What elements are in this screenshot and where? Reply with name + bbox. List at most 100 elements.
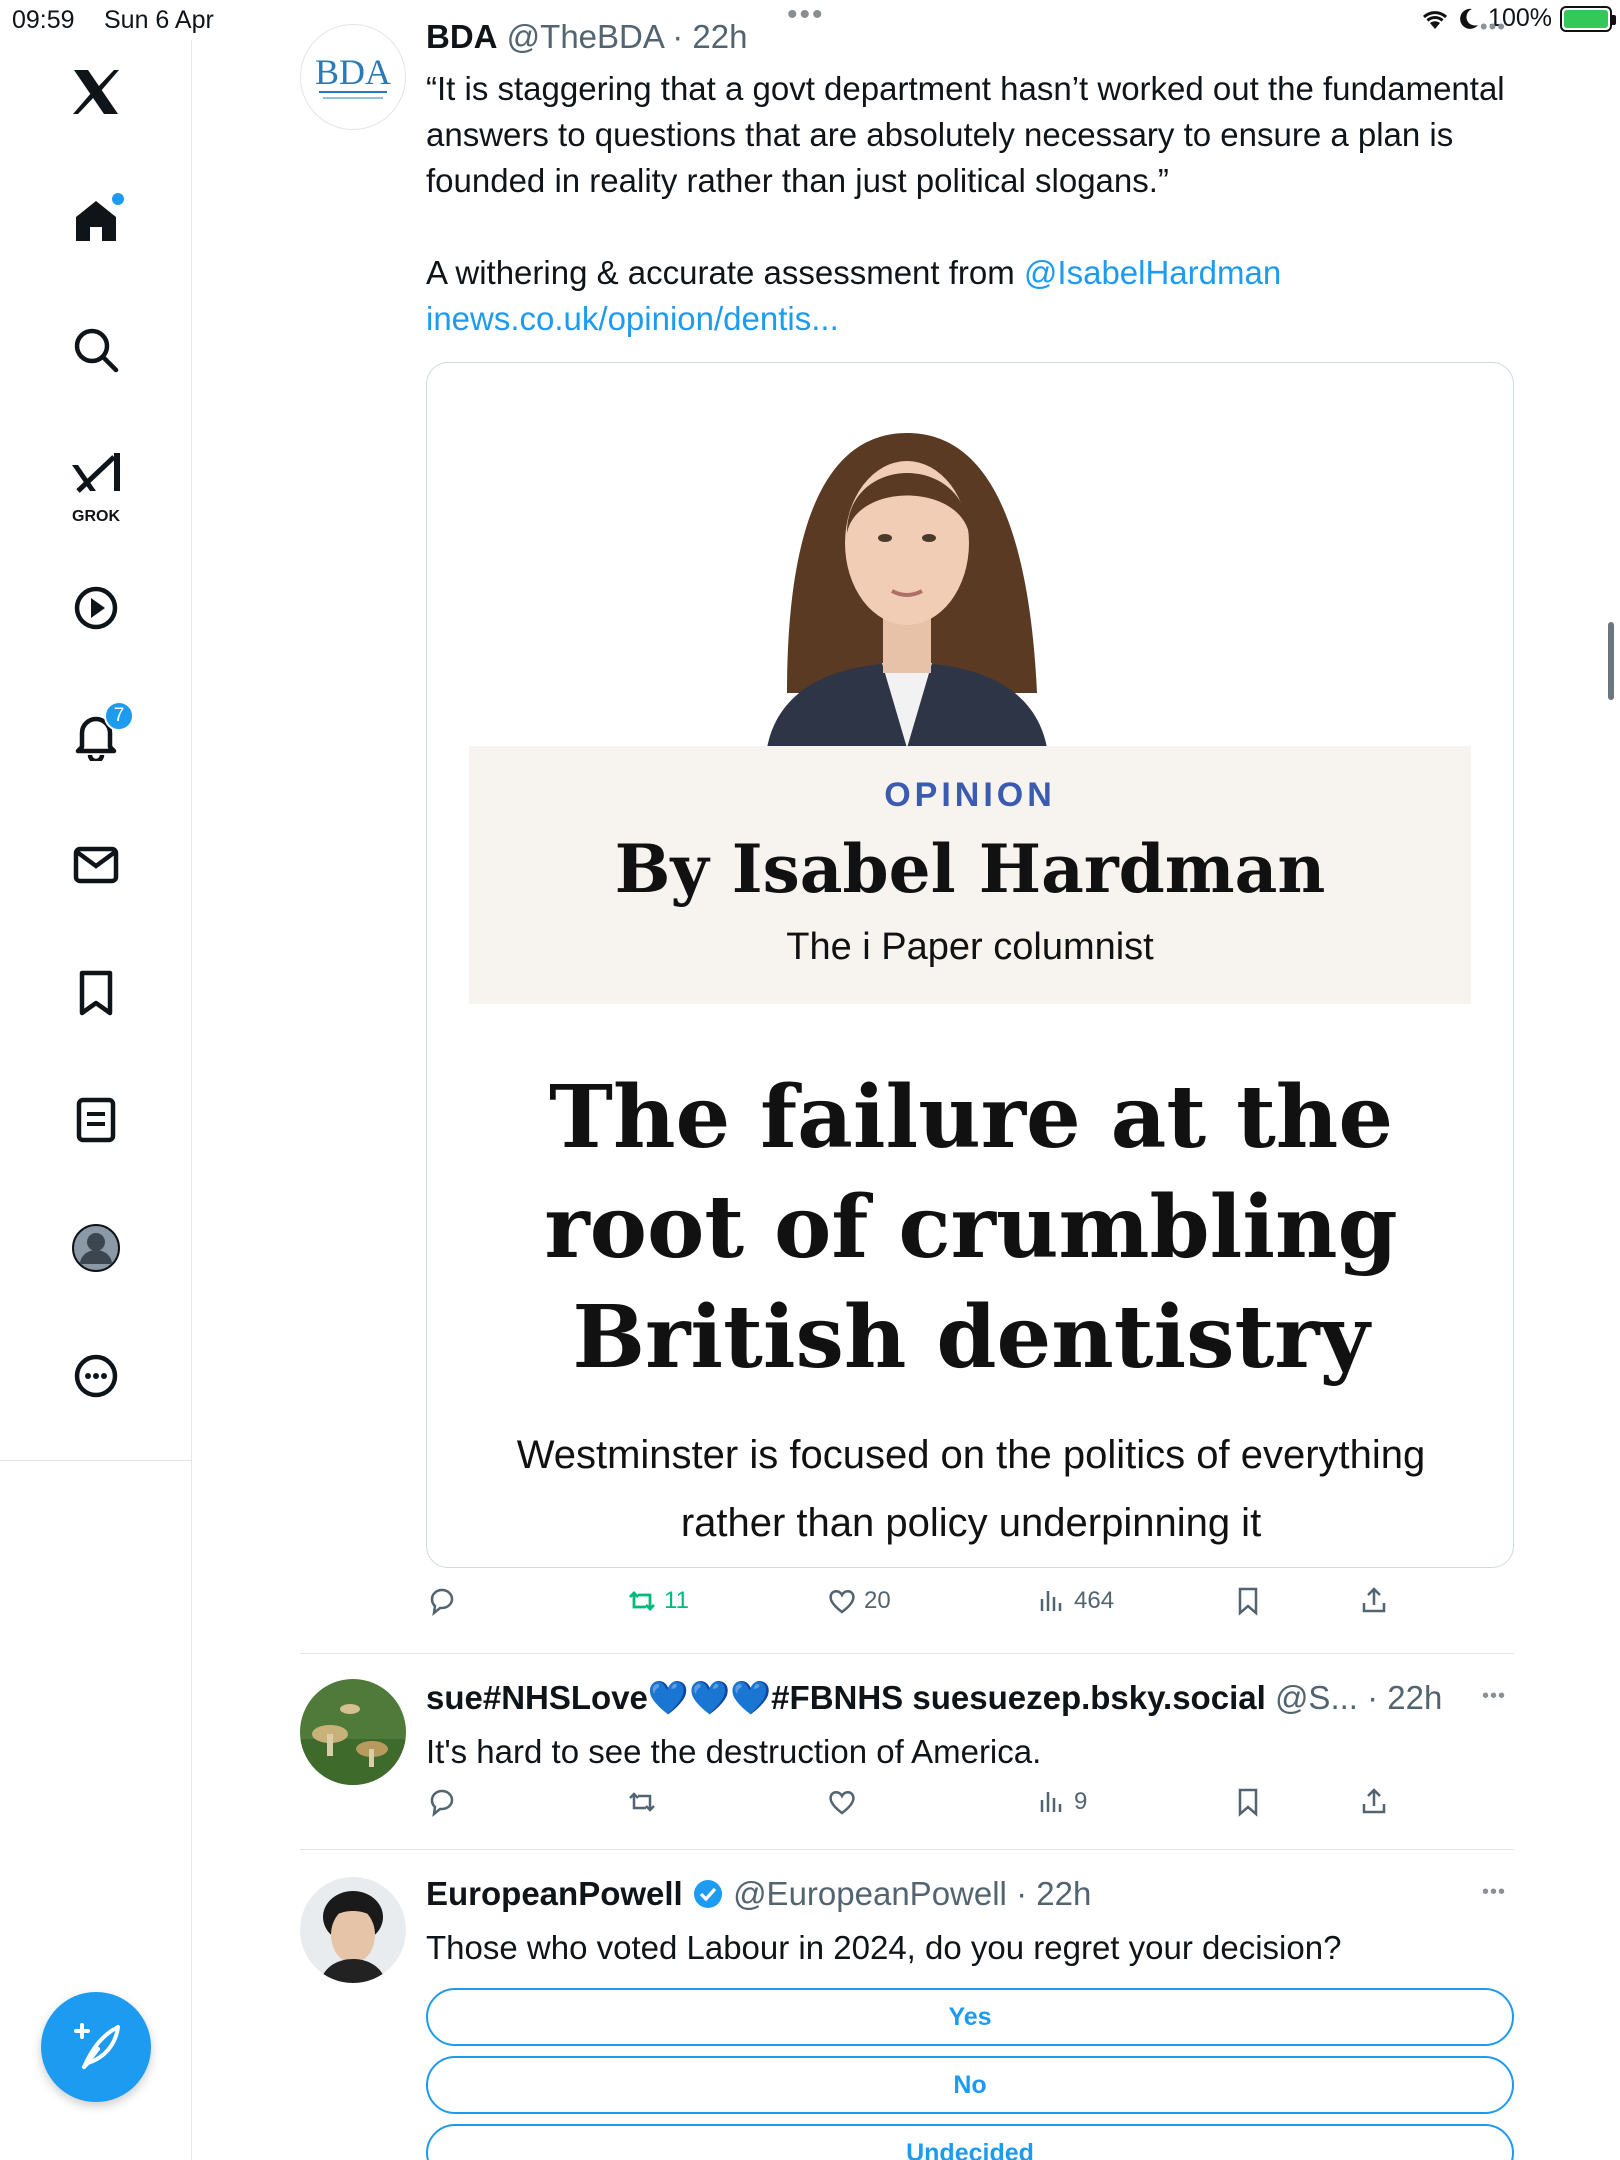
nav-video[interactable] [56,568,136,648]
bookmark-button[interactable] [1232,1786,1264,1818]
author-handle[interactable]: @TheBDA [507,18,663,55]
mention-link[interactable]: @IsabelHardman [1024,254,1281,291]
tweet-actions: 11 20 464 [426,1585,1426,1635]
nav-profile[interactable] [56,1208,136,1288]
reply-button[interactable] [426,1786,458,1818]
messages-icon [73,846,119,884]
multitasking-dots-icon[interactable]: ••• [787,0,825,30]
retweet-button[interactable] [626,1786,658,1818]
retweet-count: 11 [664,1587,689,1614]
bookmark-icon [1238,1587,1258,1616]
like-button[interactable]: 20 [826,1585,891,1617]
more-options-icon[interactable]: ••• [1482,1881,1506,1904]
poll-option-no[interactable]: No [426,2056,1514,2114]
tweet-text: It's hard to see the destruction of Amer… [426,1733,1042,1770]
bookmark-icon [1238,1788,1258,1817]
author-handle[interactable]: @EuropeanPowell [733,1875,1007,1912]
opinion-banner: OPINION By Isabel Hardman The i Paper co… [469,746,1471,1004]
tweet-text: “It is staggering that a govt department… [426,66,1506,342]
nav-bookmarks[interactable] [56,953,136,1033]
sidebar-divider [0,1460,192,1461]
status-date: Sun 6 Apr [104,6,214,34]
more-icon [74,1354,118,1398]
more-options-icon[interactable]: ••• [1480,14,1506,40]
nav-notifications[interactable]: 7 [56,695,136,775]
grok-label: GROK [72,508,120,525]
nav-home[interactable] [56,181,136,261]
profile-icon [72,1224,120,1272]
battery-icon [1560,5,1616,32]
status-bar: 09:59 Sun 6 Apr ••• 100% [0,0,1620,40]
nav-grok[interactable]: GROK [56,440,136,525]
article-standfirst: Westminster is focused on the politics o… [516,1433,1426,1545]
wifi-icon [1423,10,1448,29]
views-count: 9 [1074,1788,1088,1815]
nav-more[interactable] [56,1336,136,1416]
scrollbar[interactable] [1608,622,1614,700]
author-name[interactable]: BDA [426,18,498,55]
retweet-icon [629,1591,655,1611]
share-button[interactable] [1358,1786,1390,1818]
status-right: 100% [1420,4,1616,33]
avatar[interactable] [300,1877,406,1983]
tweet-time[interactable]: 22h [1387,1679,1442,1716]
tweet-text-prefix: A withering & accurate assessment from [426,254,1024,291]
author-handle[interactable]: @S... [1275,1679,1358,1716]
nav-explore[interactable] [56,310,136,390]
tweet-divider [300,1653,1514,1654]
bookmarks-icon [79,970,113,1016]
retweet-icon [629,1792,655,1812]
article-headline: The failure at the root of crumbling Bri… [427,1063,1513,1393]
avatar[interactable]: BDA [300,24,406,130]
reply-button[interactable] [426,1585,458,1617]
tweet-actions: 9 [426,1786,1426,1836]
verified-badge-icon [693,1880,722,1908]
grok-icon [72,453,120,493]
bookmark-button[interactable] [1232,1585,1264,1617]
heart-icon [829,1791,855,1815]
tweet-time[interactable]: 22h [1036,1875,1091,1912]
tweet-header: sue#NHSLove💙💙💙#FBNHS suesuezep.bsky.soci… [426,1679,1443,1716]
compose-icon [74,2023,120,2069]
author-name[interactable]: sue#NHSLove💙💙💙#FBNHS suesuezep.bsky.soci… [426,1679,1266,1716]
share-icon [1362,1587,1386,1613]
opinion-label: OPINION [884,776,1056,814]
lists-icon [76,1097,116,1143]
nav-messages[interactable] [56,824,136,904]
views-button[interactable]: 9 [1036,1786,1087,1818]
share-icon [1362,1788,1386,1814]
link-preview-card[interactable]: OPINION By Isabel Hardman The i Paper co… [426,362,1514,1568]
nav-lists[interactable] [56,1080,136,1160]
views-count: 464 [1074,1587,1115,1614]
heart-icon [829,1590,855,1614]
columnist-role: The i Paper columnist [786,926,1154,968]
poll-option-yes[interactable]: Yes [426,1988,1514,2046]
avatar[interactable] [300,1679,406,1785]
moon-icon [1460,8,1479,29]
views-icon [1040,1591,1062,1611]
video-icon [74,586,118,630]
x-logo-icon[interactable] [56,52,136,132]
tweet-header: BDA @TheBDA · 22h [426,18,748,55]
compose-button[interactable] [41,1992,151,2102]
tweet-quote: “It is staggering that a govt department… [426,70,1505,199]
tweet-divider [300,1849,1514,1850]
tweet-header: EuropeanPowell @EuropeanPowell · 22h [426,1875,1092,1912]
author-name[interactable]: EuropeanPowell [426,1875,683,1912]
share-button[interactable] [1358,1585,1390,1617]
reply-icon [430,1588,454,1617]
views-icon [1040,1792,1062,1812]
like-button[interactable] [826,1786,858,1818]
more-options-icon[interactable]: ••• [1482,1685,1506,1708]
avatar-bda-logo: BDA [314,52,391,92]
reply-icon [430,1789,454,1818]
notifications-badge: 7 [104,701,134,731]
tweet-time[interactable]: 22h [692,18,747,55]
search-icon [74,328,119,373]
views-button[interactable]: 464 [1036,1585,1114,1617]
article-link[interactable]: inews.co.uk/opinion/dentis... [426,296,1506,342]
retweet-button[interactable]: 11 [626,1585,689,1617]
poll-option-undecided[interactable]: Undecided [426,2124,1514,2160]
sidebar: GROK 7 [0,40,192,2160]
headline-text: The failure at the root of crumbling Bri… [544,1067,1398,1388]
